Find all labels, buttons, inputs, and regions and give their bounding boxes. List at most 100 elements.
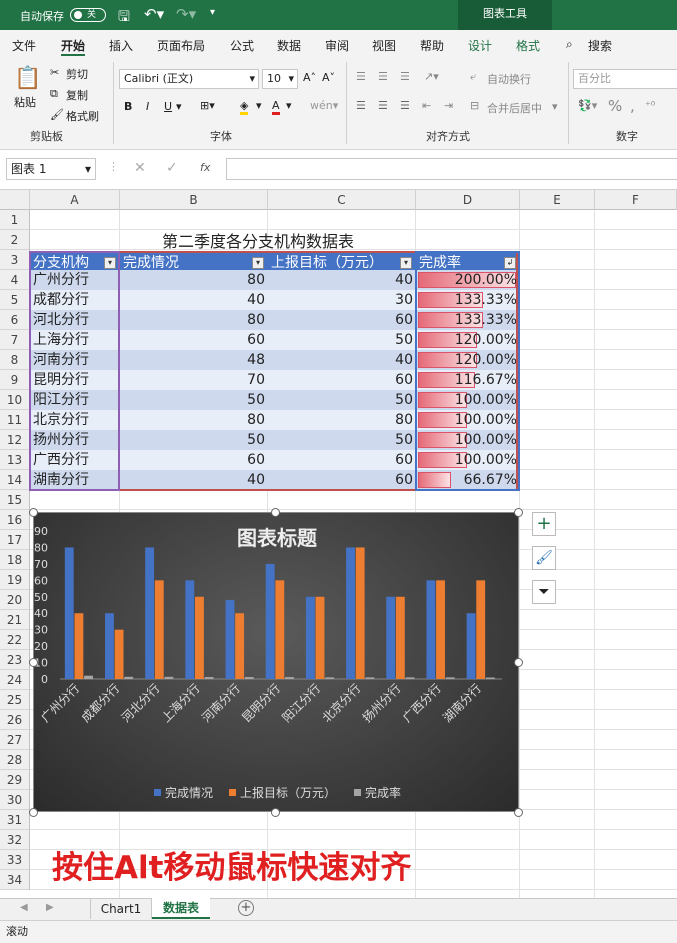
cell-done[interactable]: 40 xyxy=(120,290,268,310)
decrease-indent-icon[interactable]: ⇤ xyxy=(422,99,431,112)
decrease-font-icon[interactable]: A˅ xyxy=(322,71,335,84)
scroll-right-icon[interactable]: ▶ xyxy=(46,902,54,913)
percent-icon[interactable]: % xyxy=(608,97,622,115)
row-header[interactable]: 27 xyxy=(0,730,30,750)
column-header-a[interactable]: A xyxy=(30,190,120,210)
paste-button[interactable]: 粘贴 xyxy=(14,94,36,110)
cell-branch[interactable]: 广州分行 xyxy=(30,270,120,290)
row-header[interactable]: 3 xyxy=(0,250,30,270)
underline-icon[interactable]: U xyxy=(164,100,172,113)
cell-target[interactable]: 50 xyxy=(268,430,416,450)
cell-target[interactable]: 50 xyxy=(268,330,416,350)
align-right-icon[interactable]: ☰ xyxy=(400,99,410,112)
cell-rate[interactable]: 200.00% xyxy=(416,270,520,290)
cell-rate[interactable]: 120.00% xyxy=(416,350,520,370)
row-header[interactable]: 13 xyxy=(0,450,30,470)
sheet-tab-data[interactable]: 数据表 xyxy=(152,898,210,919)
cell-branch[interactable]: 河南分行 xyxy=(30,350,120,370)
increase-indent-icon[interactable]: ⇥ xyxy=(444,99,453,112)
copy-icon[interactable]: ⧉ xyxy=(50,87,58,101)
cell-branch[interactable]: 扬州分行 xyxy=(30,430,120,450)
font-size-select[interactable]: 10 ▾ xyxy=(262,69,298,89)
cell-branch[interactable]: 北京分行 xyxy=(30,410,120,430)
row-header[interactable]: 14 xyxy=(0,470,30,490)
tab-format[interactable]: 格式 xyxy=(516,37,540,54)
cell-rate[interactable]: 133.33% xyxy=(416,290,520,310)
cut-button[interactable]: 剪切 xyxy=(66,66,88,82)
row-header[interactable]: 30 xyxy=(0,790,30,810)
increase-decimal-icon[interactable]: ⁺⁰ xyxy=(645,99,655,112)
row-header[interactable]: 11 xyxy=(0,410,30,430)
wrap-text-button[interactable]: 自动换行 xyxy=(487,71,531,87)
search-icon[interactable]: ⌕ xyxy=(566,37,573,52)
row-header[interactable]: 6 xyxy=(0,310,30,330)
chart-filters-button[interactable]: ⏷ xyxy=(532,580,556,604)
comma-icon[interactable]: , xyxy=(630,97,635,115)
chevron-down-icon[interactable]: ▾ xyxy=(552,100,558,113)
column-header-c[interactable]: C xyxy=(268,190,416,210)
cancel-icon[interactable]: ✕ xyxy=(134,160,146,176)
column-header-e[interactable]: E xyxy=(520,190,595,210)
name-box[interactable]: 图表 1 ▾ xyxy=(6,158,96,180)
cell-done[interactable]: 80 xyxy=(120,310,268,330)
cell-rate[interactable]: 100.00% xyxy=(416,390,520,410)
cell-branch[interactable]: 上海分行 xyxy=(30,330,120,350)
cell-target[interactable]: 80 xyxy=(268,410,416,430)
cell-rate[interactable]: 66.67% xyxy=(416,470,520,490)
row-header[interactable]: 25 xyxy=(0,690,30,710)
tab-page-layout[interactable]: 页面布局 xyxy=(157,37,205,54)
undo-icon[interactable]: ↶▾ xyxy=(144,5,164,23)
tab-home[interactable]: 开始 xyxy=(61,37,86,56)
resize-handle[interactable] xyxy=(271,508,280,517)
resize-handle[interactable] xyxy=(514,508,523,517)
formula-input[interactable] xyxy=(226,158,677,180)
chevron-down-icon[interactable]: ▾ xyxy=(176,100,182,113)
fill-color-icon[interactable]: ◈ xyxy=(240,99,249,115)
tab-insert[interactable]: 插入 xyxy=(109,37,133,54)
filter-dropdown-icon[interactable]: ▾ xyxy=(252,257,264,269)
row-header[interactable]: 10 xyxy=(0,390,30,410)
resize-handle[interactable] xyxy=(29,808,38,817)
row-header[interactable]: 33 xyxy=(0,850,30,870)
cell-branch[interactable]: 湖南分行 xyxy=(30,470,120,490)
cell-done[interactable]: 50 xyxy=(120,390,268,410)
cell-target[interactable]: 40 xyxy=(268,350,416,370)
cell-target[interactable]: 40 xyxy=(268,270,416,290)
orientation-icon[interactable]: ↗▾ xyxy=(424,70,439,83)
cell-done[interactable]: 40 xyxy=(120,470,268,490)
chart-area[interactable]: 图表标题 0 10 20 30 40 50 60 70 80 90 广州分行 成都分行 河北分行 上海分行河… xyxy=(33,512,519,812)
chart-elements-button[interactable]: + xyxy=(532,512,556,536)
chevron-down-icon[interactable]: ▾ xyxy=(286,99,292,112)
autosave-toggle[interactable]: 关 xyxy=(70,8,106,22)
row-header[interactable]: 23 xyxy=(0,650,30,670)
merge-center-icon[interactable]: ⊟ xyxy=(470,99,479,112)
scroll-left-icon[interactable]: ◀ xyxy=(20,902,28,913)
cell-rate[interactable]: 120.00% xyxy=(416,330,520,350)
row-header[interactable]: 4 xyxy=(0,270,30,290)
resize-handle[interactable] xyxy=(29,508,38,517)
cell-done[interactable]: 60 xyxy=(120,450,268,470)
tab-view[interactable]: 视图 xyxy=(372,37,396,54)
cell-target[interactable]: 50 xyxy=(268,390,416,410)
cell-target[interactable]: 60 xyxy=(268,310,416,330)
row-header[interactable]: 9 xyxy=(0,370,30,390)
align-left-icon[interactable]: ☰ xyxy=(356,99,366,112)
row-header[interactable]: 17 xyxy=(0,530,30,550)
phonetic-icon[interactable]: wén▾ xyxy=(310,99,338,112)
cut-icon[interactable]: ✂ xyxy=(50,66,59,79)
cell-done[interactable]: 80 xyxy=(120,410,268,430)
tab-review[interactable]: 审阅 xyxy=(325,37,349,54)
row-header[interactable]: 28 xyxy=(0,750,30,770)
column-header-f[interactable]: F xyxy=(595,190,677,210)
row-header[interactable]: 31 xyxy=(0,810,30,830)
cell-branch[interactable]: 阳江分行 xyxy=(30,390,120,410)
filter-dropdown-icon[interactable]: ▾ xyxy=(104,257,116,269)
cell-rate[interactable]: 116.67% xyxy=(416,370,520,390)
format-painter-icon[interactable]: 🖌 xyxy=(50,108,64,121)
cell-rate[interactable]: 100.00% xyxy=(416,450,520,470)
tab-file[interactable]: 文件 xyxy=(12,37,36,54)
cell-done[interactable]: 50 xyxy=(120,430,268,450)
cell-branch[interactable]: 成都分行 xyxy=(30,290,120,310)
row-header[interactable]: 21 xyxy=(0,610,30,630)
paste-icon[interactable]: 📋 xyxy=(14,66,41,91)
